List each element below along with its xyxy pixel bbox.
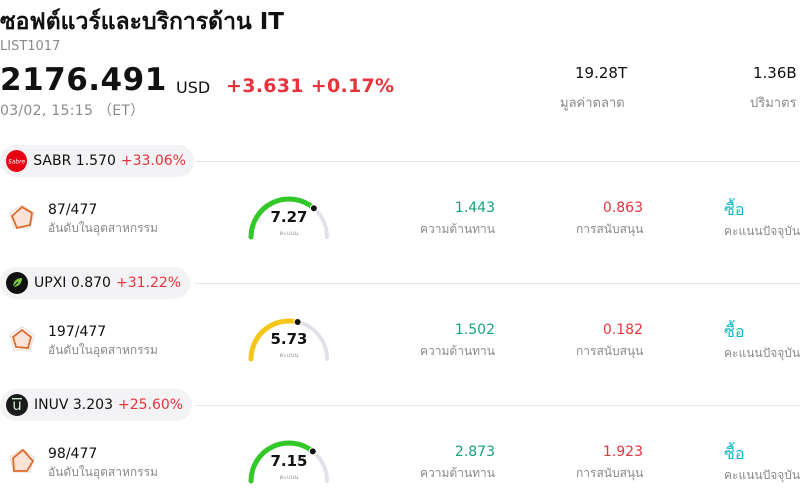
- volume-value: 1.36B: [753, 64, 797, 82]
- stock-chip[interactable]: Sabre SABR 1.570 +33.06%: [0, 145, 194, 177]
- row-divider: [195, 161, 800, 162]
- currency-label: USD: [176, 78, 211, 97]
- score-gauge-label: คะแนน: [279, 352, 299, 359]
- current-score-label: คะแนนปัจจุบัน: [724, 346, 800, 360]
- market-cap-label: มูลค่าตลาด: [560, 96, 625, 111]
- score-value: 7.15: [270, 452, 308, 470]
- industry-rank-label: อันดับในอุตสาหกรรม: [48, 465, 158, 479]
- stock-change: +25.60%: [117, 397, 184, 413]
- stock-symbol-price: SABR 1.570: [33, 153, 116, 169]
- score-value: 7.27: [270, 208, 308, 226]
- radar-icon: [9, 204, 35, 230]
- industry-rank-label: อันดับในอุตสาหกรรม: [48, 221, 158, 235]
- resistance-label: ความต้านทาน: [420, 344, 495, 358]
- volume-label: ปริมาตร: [750, 96, 797, 111]
- resistance-label: ความต้านทาน: [420, 466, 495, 480]
- score-value: 5.73: [270, 330, 308, 348]
- support-label: การสนับสนุน: [576, 222, 644, 236]
- support-value: 1.923: [602, 444, 643, 460]
- stock-symbol-price: UPXI 0.870: [34, 275, 111, 291]
- list-code: LIST1017: [0, 39, 61, 54]
- inuvo-logo-icon: u: [6, 394, 28, 416]
- timestamp: 03/02, 15:15 （ET）: [0, 103, 145, 119]
- resistance-label: ความต้านทาน: [420, 222, 495, 236]
- industry-rank-value: 98/477: [48, 446, 98, 462]
- support-label: การสนับสนุน: [576, 466, 644, 480]
- buy-signal[interactable]: ซื้อ: [724, 442, 744, 467]
- resistance-value: 1.443: [454, 200, 495, 216]
- row-divider: [195, 283, 800, 284]
- score-gauge-label: คะแนน: [279, 230, 299, 237]
- page-title: ซอฟต์แวร์และบริการด้าน IT: [0, 9, 284, 35]
- industry-rank-label: อันดับในอุตสาหกรรม: [48, 343, 158, 357]
- support-value: 0.182: [602, 322, 643, 338]
- buy-signal[interactable]: ซื้อ: [724, 320, 744, 345]
- radar-icon: [9, 326, 35, 351]
- support-value: 0.863: [602, 200, 643, 216]
- industry-rank-value: 87/477: [48, 202, 98, 218]
- market-cap-value: 19.28T: [575, 64, 628, 82]
- current-score-label: คะแนนปัจจุบัน: [724, 224, 800, 238]
- leaf-logo-icon: [6, 272, 28, 294]
- sabre-logo-icon: Sabre: [6, 150, 28, 172]
- resistance-value: 1.502: [454, 322, 495, 338]
- score-gauge-label: คะแนน: [279, 474, 299, 481]
- price-change: +3.631 +0.17%: [226, 75, 395, 97]
- current-score-label: คะแนนปัจจุบัน: [724, 468, 800, 482]
- stock-change: +33.06%: [120, 153, 186, 169]
- stock-change: +31.22%: [115, 275, 182, 291]
- buy-signal[interactable]: ซื้อ: [724, 198, 744, 223]
- radar-icon: [9, 448, 35, 473]
- stock-chip[interactable]: UPXI 0.870 +31.22%: [0, 267, 190, 299]
- industry-rank-value: 197/477: [48, 324, 107, 340]
- index-price: 2176.491: [0, 62, 167, 98]
- stock-chip[interactable]: u INUV 3.203 +25.60%: [0, 389, 192, 421]
- resistance-value: 2.873: [454, 444, 495, 460]
- svg-text:Sabre: Sabre: [8, 159, 25, 165]
- stock-symbol-price: INUV 3.203: [34, 397, 113, 413]
- support-label: การสนับสนุน: [576, 344, 644, 358]
- row-divider: [195, 405, 800, 406]
